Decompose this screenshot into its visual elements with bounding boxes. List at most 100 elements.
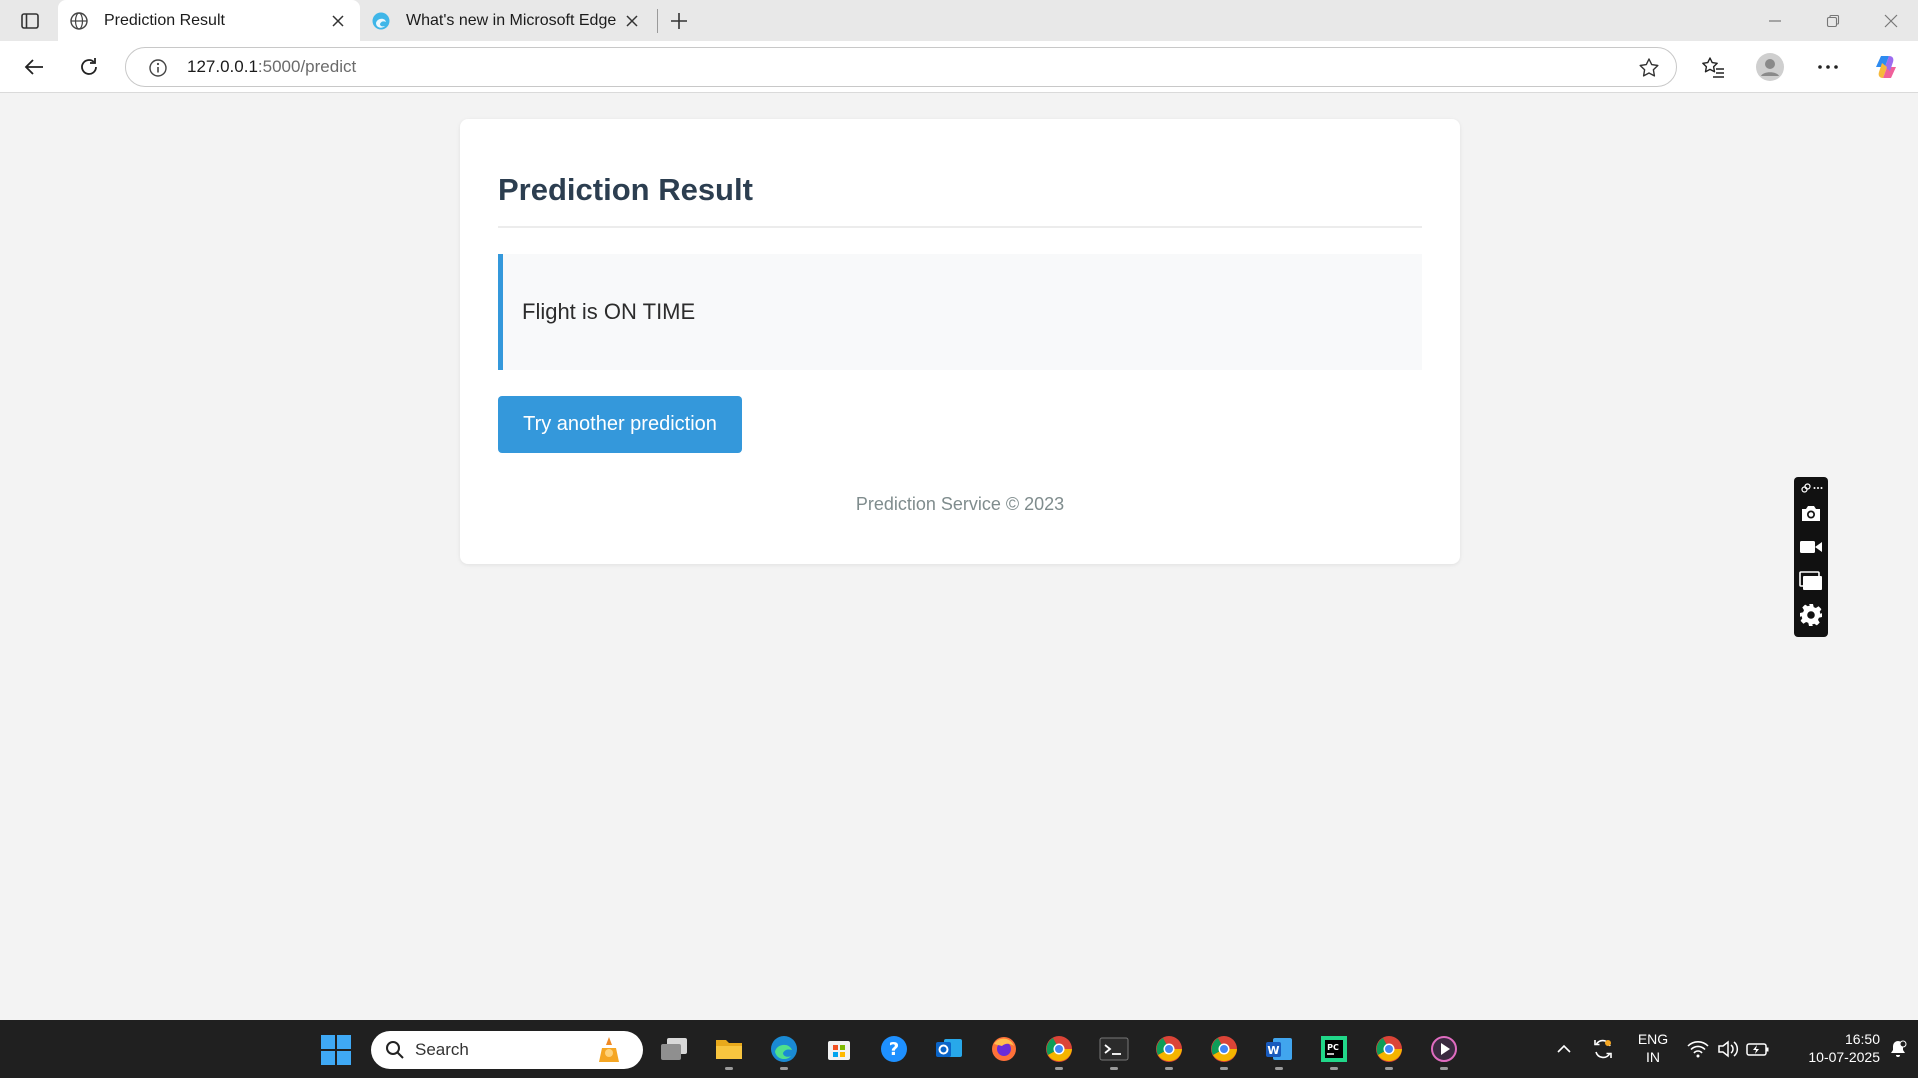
back-button[interactable]	[16, 49, 52, 85]
close-tab-icon[interactable]	[620, 9, 644, 33]
windows-logo-icon	[337, 1035, 351, 1049]
address-bar[interactable]: 127.0.0.1:5000/predict	[125, 47, 1677, 87]
more-dots-icon	[1818, 65, 1838, 69]
taskbar-firefox[interactable]	[984, 1031, 1024, 1067]
windows-taskbar: Search ? W PC ENG IN 16:50 10-07-2025	[0, 1020, 1918, 1078]
url-path: :5000/predict	[257, 57, 357, 76]
taskbar-chrome-profile-4[interactable]	[1369, 1031, 1409, 1070]
chrome-icon	[1156, 1036, 1182, 1062]
plus-icon	[671, 13, 687, 29]
site-info-icon[interactable]	[146, 56, 170, 80]
outlook-icon	[936, 1039, 962, 1057]
edge-logo-icon	[370, 10, 392, 32]
taskbar-edge[interactable]	[764, 1031, 804, 1070]
capture-toolbar-header[interactable]	[1801, 482, 1823, 494]
favorite-star-icon[interactable]	[1636, 55, 1662, 81]
task-view-icon	[661, 1038, 687, 1060]
notifications-button[interactable]	[1884, 1034, 1912, 1064]
restore-icon	[1826, 14, 1840, 28]
start-button[interactable]	[321, 1035, 351, 1065]
close-tab-icon[interactable]	[326, 9, 350, 33]
chrome-icon	[1376, 1036, 1402, 1062]
url-text[interactable]: 127.0.0.1:5000/predict	[187, 57, 356, 77]
running-indicator	[1330, 1067, 1338, 1070]
running-indicator	[1275, 1067, 1283, 1070]
avatar-icon	[1756, 53, 1784, 81]
battery-status[interactable]	[1744, 1034, 1772, 1064]
running-indicator	[1385, 1067, 1393, 1070]
taskbar-outlook[interactable]	[929, 1031, 969, 1067]
tab-prediction-result[interactable]: Prediction Result	[58, 0, 360, 41]
taskbar-pycharm[interactable]: PC	[1314, 1031, 1354, 1070]
settings-more-button[interactable]	[1810, 49, 1846, 85]
gear-icon[interactable]	[1799, 603, 1823, 627]
notification-bell-icon	[1891, 1040, 1907, 1057]
favorites-button[interactable]	[1695, 49, 1731, 85]
taskbar-terminal[interactable]	[1094, 1031, 1134, 1070]
minimize-button[interactable]	[1752, 6, 1798, 36]
taskbar-search-box[interactable]: Search	[371, 1031, 643, 1069]
taskbar-media-player[interactable]	[1424, 1031, 1464, 1070]
taskbar-store[interactable]	[819, 1031, 859, 1067]
favorites-list-icon	[1702, 57, 1724, 78]
refresh-icon	[81, 58, 97, 75]
clock-date: 10-07-2025	[1808, 1049, 1880, 1065]
windows-logo-icon	[321, 1035, 335, 1049]
help-icon: ?	[881, 1036, 907, 1062]
restore-button[interactable]	[1810, 6, 1856, 36]
task-view-button[interactable]	[654, 1031, 694, 1067]
search-label: Search	[415, 1040, 469, 1059]
chrome-icon	[1211, 1036, 1237, 1062]
taskbar-chrome-profile-1[interactable]	[1039, 1031, 1079, 1070]
taskbar-chrome-profile-2[interactable]	[1149, 1031, 1189, 1070]
prediction-result-box: Flight is ON TIME	[498, 254, 1422, 370]
screenshot-camera-icon[interactable]	[1799, 501, 1823, 525]
url-host: 127.0.0.1	[187, 57, 258, 76]
try-another-prediction-button[interactable]: Try another prediction	[498, 396, 742, 453]
search-highlight-icon	[599, 1037, 619, 1062]
profile-button[interactable]	[1752, 49, 1788, 85]
word-icon: W	[1266, 1038, 1292, 1060]
chevron-up-icon	[1557, 1044, 1571, 1053]
tab-whats-new-edge[interactable]: What's new in Microsoft Edge	[360, 0, 654, 41]
close-icon	[1884, 14, 1898, 28]
input-language-indicator[interactable]: ENG IN	[1630, 1030, 1676, 1066]
wifi-status[interactable]	[1684, 1034, 1712, 1064]
link-icon	[1801, 483, 1811, 493]
running-indicator	[1220, 1067, 1228, 1070]
windows-logo-icon	[321, 1051, 335, 1065]
back-arrow-icon	[24, 59, 43, 75]
page-footer: Prediction Service © 2023	[855, 494, 1065, 514]
close-window-button[interactable]	[1868, 6, 1914, 36]
taskbar-get-help[interactable]: ?	[874, 1031, 914, 1067]
tab-title: Prediction Result	[104, 11, 225, 29]
prediction-result-text: Flight is ON TIME	[522, 299, 696, 324]
running-indicator	[1165, 1067, 1173, 1070]
window-capture-icon[interactable]	[1799, 569, 1823, 593]
tab-actions-icon	[21, 13, 39, 29]
video-record-icon[interactable]	[1799, 535, 1823, 559]
volume-status[interactable]	[1714, 1034, 1742, 1064]
new-tab-button[interactable]	[665, 8, 693, 34]
folder-icon	[716, 1040, 742, 1059]
page-title: Prediction Result	[498, 119, 1422, 228]
taskbar-chrome-profile-3[interactable]	[1204, 1031, 1244, 1070]
taskbar-file-explorer[interactable]	[709, 1031, 749, 1070]
refresh-button[interactable]	[71, 49, 107, 85]
copilot-button[interactable]	[1868, 49, 1904, 85]
show-hidden-icons-button[interactable]	[1552, 1034, 1576, 1064]
taskbar-word[interactable]: W	[1259, 1031, 1299, 1070]
svg-text:W: W	[1267, 1044, 1279, 1057]
volume-icon	[1718, 1040, 1739, 1058]
sync-status-button[interactable]	[1588, 1034, 1618, 1064]
system-clock[interactable]: 16:50 10-07-2025	[1776, 1030, 1880, 1066]
tab-separator	[657, 9, 658, 33]
clock-time: 16:50	[1844, 1031, 1880, 1047]
tab-title: What's new in Microsoft Edge	[406, 11, 617, 29]
edge-icon	[771, 1036, 797, 1062]
running-indicator	[1440, 1067, 1448, 1070]
language-code: ENG	[1637, 1031, 1669, 1047]
firefox-icon	[992, 1037, 1016, 1061]
tab-actions-button[interactable]	[14, 9, 46, 33]
svg-text:?: ?	[889, 1039, 899, 1060]
